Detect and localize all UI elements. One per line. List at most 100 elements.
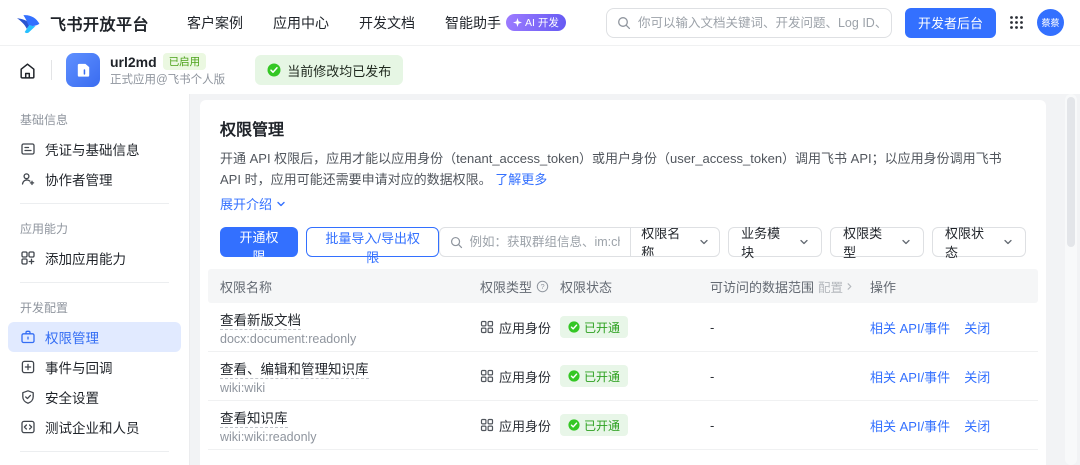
nav-item-dev-docs[interactable]: 开发文档 xyxy=(359,13,415,33)
close-permission-link[interactable]: 关闭 xyxy=(964,416,990,435)
permission-type-cell: 应用身份 xyxy=(480,318,560,337)
check-circle-icon xyxy=(568,419,580,431)
shield-icon xyxy=(20,389,36,405)
sidebar-section-basic-info: 基础信息 xyxy=(8,104,181,134)
add-capability-icon xyxy=(20,250,36,266)
global-search-input[interactable] xyxy=(638,16,881,30)
chevron-down-icon xyxy=(1003,237,1013,247)
user-avatar[interactable]: 蔡蔡 xyxy=(1037,9,1064,36)
global-search-box[interactable] xyxy=(606,8,892,38)
data-scope-cell: - xyxy=(710,369,870,384)
brand-title: 飞书开放平台 xyxy=(50,11,149,35)
filter-permission-status[interactable]: 权限状态 xyxy=(932,227,1026,257)
sidebar-section-dev-config: 开发配置 xyxy=(8,292,181,322)
credential-icon xyxy=(20,141,36,157)
col-permission-type: 权限类型 ? xyxy=(480,277,560,296)
sidebar-item-add-capability[interactable]: 添加应用能力 xyxy=(8,243,181,273)
developer-console-button[interactable]: 开发者后台 xyxy=(905,8,996,38)
ai-dev-badge: AI 开发 xyxy=(506,14,566,31)
sidebar-item-test-org[interactable]: 测试企业和人员 xyxy=(8,412,181,442)
check-circle-icon xyxy=(568,321,580,333)
brand[interactable]: 飞书开放平台 xyxy=(16,11,149,35)
sidebar-item-events[interactable]: 事件与回调 xyxy=(8,352,181,382)
sidebar: 基础信息 凭证与基础信息 协作者管理 应用能力 xyxy=(0,94,190,465)
permission-search-input[interactable] xyxy=(469,235,620,249)
divider xyxy=(20,451,169,452)
table-header: 权限名称 权限类型 ? 权限状态 可访问的数据范围 配置 xyxy=(208,269,1038,303)
scrollbar-thumb[interactable] xyxy=(1067,97,1075,247)
code-brackets-icon xyxy=(20,419,36,435)
table-row: 查看、编辑和管理知识库 wiki:wiki 应用身份 已开通 xyxy=(208,352,1038,401)
topnav-right: 开发者后台 蔡蔡 xyxy=(606,8,1064,38)
sidebar-item-label: 权限管理 xyxy=(45,327,99,347)
sidebar-item-permissions[interactable]: 权限管理 xyxy=(8,322,181,352)
table-row: 查看新版文档 docx:document:readonly 应用身份 xyxy=(208,303,1038,352)
permission-name-cell: 查看知识库 wiki:wiki:readonly xyxy=(220,407,480,444)
chevron-down-icon xyxy=(799,237,809,247)
nav-item-ai-assistant[interactable]: 智能助手 AI 开发 xyxy=(445,13,566,33)
home-icon[interactable] xyxy=(18,61,37,80)
enabled-status-badge: 已启用 xyxy=(163,53,207,70)
open-permission-button[interactable]: 开通权限 xyxy=(220,227,298,257)
permission-icon xyxy=(20,329,36,345)
permission-card: 权限管理 开通 API 权限后，应用才能以应用身份（tenant_access_… xyxy=(200,100,1046,465)
expand-intro[interactable]: 展开介绍 xyxy=(220,194,1026,213)
close-permission-link[interactable]: 关闭 xyxy=(964,318,990,337)
nav-menu: 客户案例 应用中心 开发文档 智能助手 AI 开发 xyxy=(187,13,566,33)
permission-status-cell: 已开通 xyxy=(560,365,710,387)
related-api-link[interactable]: 相关 API/事件 xyxy=(870,318,950,337)
app-identity-icon xyxy=(480,369,494,383)
divider xyxy=(20,282,169,283)
publish-status-badge: 当前修改均已发布 xyxy=(255,55,403,85)
app-meta: url2md 已启用 正式应用@飞书个人版 xyxy=(110,53,225,87)
scrollbar[interactable] xyxy=(1065,94,1077,465)
event-callback-icon xyxy=(20,359,36,375)
info-icon[interactable]: ? xyxy=(536,280,549,293)
close-permission-link[interactable]: 关闭 xyxy=(964,367,990,386)
sidebar-item-label: 事件与回调 xyxy=(45,357,113,377)
scope-config-link[interactable]: 配置 xyxy=(818,277,854,296)
sidebar-item-security[interactable]: 安全设置 xyxy=(8,382,181,412)
chevron-down-icon xyxy=(901,237,911,247)
filter-business-module[interactable]: 业务模块 xyxy=(728,227,822,257)
related-api-link[interactable]: 相关 API/事件 xyxy=(870,367,950,386)
related-api-link[interactable]: 相关 API/事件 xyxy=(870,416,950,435)
divider xyxy=(51,60,52,80)
collaborator-icon xyxy=(20,171,36,187)
nav-item-customer-cases[interactable]: 客户案例 xyxy=(187,13,243,33)
permission-name-cell: 查看新版文档 docx:document:readonly xyxy=(220,309,480,346)
status-badge: 已开通 xyxy=(560,316,628,338)
app-launcher-grid-icon[interactable] xyxy=(1009,15,1024,30)
app-name: url2md xyxy=(110,54,157,70)
feishu-logo-icon xyxy=(16,12,42,34)
permission-table: 权限名称 权限类型 ? 权限状态 可访问的数据范围 配置 xyxy=(208,269,1038,450)
page-description: 开通 API 权限后，应用才能以应用身份（tenant_access_token… xyxy=(220,148,1026,190)
app-header-bar: url2md 已启用 正式应用@飞书个人版 当前修改均已发布 xyxy=(0,46,1080,94)
check-circle-icon xyxy=(267,63,281,77)
main-area: 权限管理 开通 API 权限后，应用才能以应用身份（tenant_access_… xyxy=(190,94,1080,465)
permission-name-cell: 查看、编辑和管理知识库 wiki:wiki xyxy=(220,358,480,395)
table-row: 查看知识库 wiki:wiki:readonly 应用身份 已开通 xyxy=(208,401,1038,450)
col-permission-name: 权限名称 xyxy=(220,277,480,296)
col-data-scope: 可访问的数据范围 配置 xyxy=(710,277,870,296)
check-circle-icon xyxy=(568,370,580,382)
operations-cell: 相关 API/事件 关闭 xyxy=(870,416,1026,435)
app-subtitle: 正式应用@飞书个人版 xyxy=(110,71,225,87)
nav-item-app-center[interactable]: 应用中心 xyxy=(273,13,329,33)
permission-status-cell: 已开通 xyxy=(560,414,710,436)
app-identity-icon xyxy=(480,320,494,334)
permission-type-cell: 应用身份 xyxy=(480,416,560,435)
toolbar: 开通权限 批量导入/导出权限 权限名称 xyxy=(220,227,1026,257)
sidebar-item-credentials[interactable]: 凭证与基础信息 xyxy=(8,134,181,164)
batch-import-export-button[interactable]: 批量导入/导出权限 xyxy=(306,227,440,257)
app-identity-icon xyxy=(480,418,494,432)
top-navbar: 飞书开放平台 客户案例 应用中心 开发文档 智能助手 AI 开发 开发者后台 xyxy=(0,0,1080,46)
filter-permission-type[interactable]: 权限类型 xyxy=(830,227,924,257)
sidebar-item-label: 安全设置 xyxy=(45,387,99,407)
chevron-right-icon xyxy=(845,282,854,291)
app-icon[interactable] xyxy=(66,53,100,87)
sidebar-item-label: 凭证与基础信息 xyxy=(45,139,140,159)
sidebar-item-collaborators[interactable]: 协作者管理 xyxy=(8,164,181,194)
filter-field-select[interactable]: 权限名称 xyxy=(631,227,719,257)
learn-more-link[interactable]: 了解更多 xyxy=(495,172,547,187)
